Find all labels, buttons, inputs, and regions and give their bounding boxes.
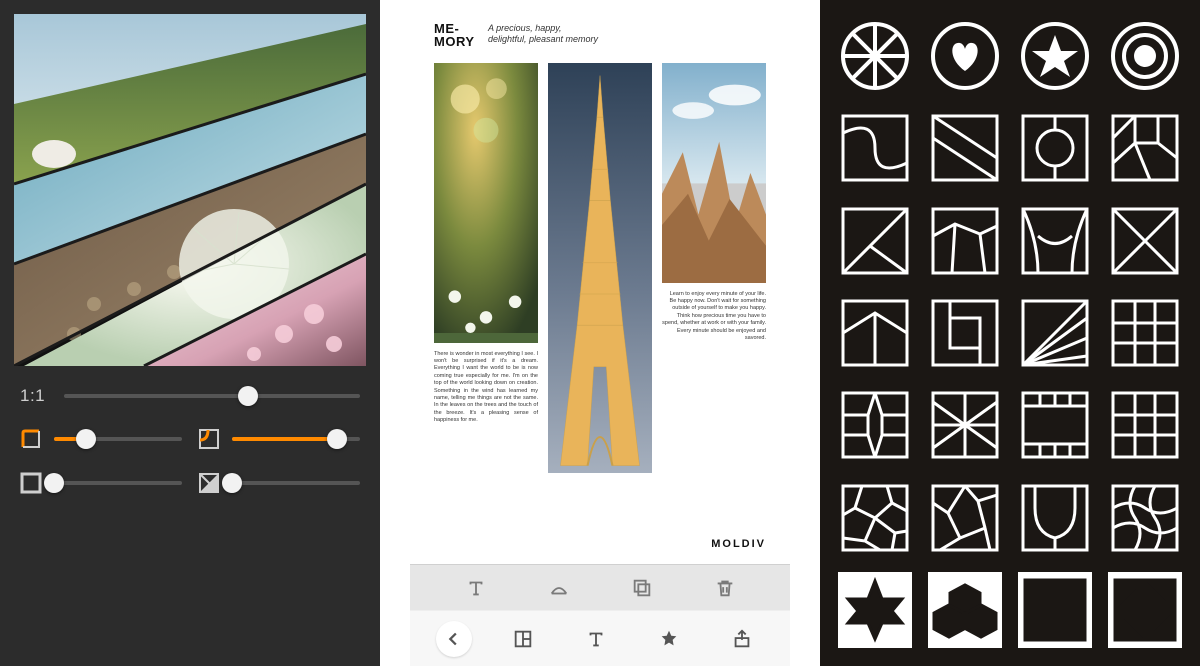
- layout-shield[interactable]: [1018, 479, 1092, 555]
- layout-square-in[interactable]: [928, 295, 1002, 371]
- corner-sliders-row: [20, 428, 360, 450]
- collage-canvas-wrap: [0, 0, 380, 366]
- layout-star-burst[interactable]: [838, 387, 912, 463]
- delete-tool-button[interactable]: [703, 573, 747, 603]
- photo-bokeh[interactable]: [434, 63, 538, 343]
- collage-controls: 1:1: [0, 366, 380, 666]
- photo-column-2: [548, 63, 652, 529]
- bottom-toolbar: [410, 610, 790, 666]
- layout-tri-corner[interactable]: [838, 203, 912, 279]
- border-shadow-row: [20, 472, 360, 494]
- text-tool-button[interactable]: [454, 573, 498, 603]
- photo-column-1: There is wonder in most everything I see…: [434, 63, 538, 529]
- layout-center-oval[interactable]: [1018, 110, 1092, 186]
- footer-brand: MOLDIV: [434, 538, 766, 550]
- layout-roof-split[interactable]: [838, 295, 912, 371]
- rounded-corner-outer-icon: [20, 428, 42, 450]
- duplicate-tool-button[interactable]: [620, 573, 664, 603]
- layout-cross[interactable]: [1108, 295, 1182, 371]
- layout-film-strip[interactable]: [1018, 387, 1092, 463]
- context-toolbar: [410, 564, 790, 610]
- layout-wave-grid[interactable]: [1108, 479, 1182, 555]
- magazine-editor-panel: ME- MORY A precious, happy, delightful, …: [410, 0, 790, 666]
- page-subtitle: A precious, happy, delightful, pleasant …: [488, 23, 598, 45]
- layout-windmill[interactable]: [1108, 572, 1182, 648]
- corner-inner-slider[interactable]: [232, 429, 360, 449]
- column-1-text: There is wonder in most everything I see…: [434, 351, 538, 425]
- shadow-slider[interactable]: [232, 473, 360, 493]
- layout-brick-6[interactable]: [1018, 572, 1092, 648]
- layout-star-fill[interactable]: [838, 572, 912, 648]
- layout-drapes[interactable]: [1018, 203, 1092, 279]
- corner-outer-slider[interactable]: [54, 429, 182, 449]
- page-title: ME- MORY: [434, 22, 474, 49]
- page-header: ME- MORY A precious, happy, delightful, …: [434, 22, 766, 49]
- collage-editor-panel: 1:1: [0, 0, 380, 666]
- layout-mosaic-5[interactable]: [1108, 110, 1182, 186]
- layout-aperture[interactable]: [928, 479, 1002, 555]
- share-button[interactable]: [720, 624, 764, 654]
- layout-s-curve[interactable]: [838, 110, 912, 186]
- rounded-corner-inner-icon: [198, 428, 220, 450]
- aspect-ratio-row: 1:1: [20, 386, 360, 406]
- photo-column-3: Learn to enjoy every minute of your life…: [662, 63, 766, 529]
- aspect-ratio-label: 1:1: [20, 386, 48, 406]
- layout-radiate[interactable]: [928, 387, 1002, 463]
- photo-strip: There is wonder in most everything I see…: [434, 63, 766, 529]
- layout-poly-5[interactable]: [928, 203, 1002, 279]
- shape-ring-dot[interactable]: [1108, 18, 1182, 94]
- aspect-ratio-slider[interactable]: [64, 386, 360, 406]
- shadow-icon: [198, 472, 220, 494]
- collage-canvas[interactable]: [14, 14, 366, 366]
- text-button[interactable]: [574, 624, 618, 654]
- column-3-text: Learn to enjoy every minute of your life…: [662, 291, 766, 343]
- layout-fan[interactable]: [1018, 295, 1092, 371]
- layout-hex-fill[interactable]: [928, 572, 1002, 648]
- shape-circle-spoke[interactable]: [838, 18, 912, 94]
- back-button[interactable]: [436, 621, 472, 657]
- photo-eiffel[interactable]: [548, 63, 652, 473]
- favorite-button[interactable]: [647, 624, 691, 654]
- layout-nine-grid[interactable]: [1108, 387, 1182, 463]
- layout-voronoi[interactable]: [838, 479, 912, 555]
- layout-diag-slice[interactable]: [928, 110, 1002, 186]
- shape-star[interactable]: [1018, 18, 1092, 94]
- border-slider[interactable]: [54, 473, 182, 493]
- layout-picker-panel: [820, 0, 1200, 666]
- shape-heart[interactable]: [928, 18, 1002, 94]
- magazine-page[interactable]: ME- MORY A precious, happy, delightful, …: [410, 0, 790, 564]
- layout-button[interactable]: [501, 624, 545, 654]
- layout-envelope[interactable]: [1108, 203, 1182, 279]
- resize-tool-button[interactable]: [537, 573, 581, 603]
- photo-canyon[interactable]: [662, 63, 766, 283]
- border-icon: [20, 472, 42, 494]
